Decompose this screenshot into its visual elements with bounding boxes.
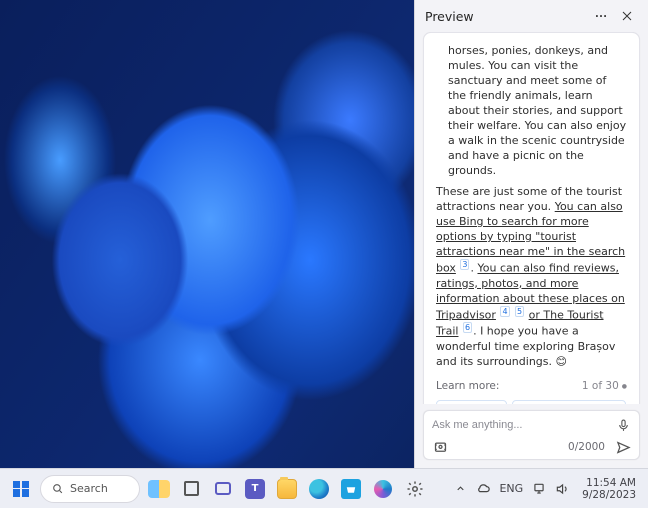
panel-footer: 0/2000 <box>415 404 648 468</box>
speaker-icon <box>555 482 569 496</box>
copilot-panel: Preview horses, ponies, donkeys, and mul… <box>414 0 648 468</box>
learn-more-label: Learn more: <box>436 379 499 394</box>
edge-icon <box>309 479 329 499</box>
time-label: 11:54 AM <box>582 477 636 489</box>
chevron-up-icon <box>455 483 466 494</box>
folder-icon <box>277 479 297 499</box>
language-indicator[interactable]: ENG <box>499 482 523 495</box>
taskbar-search[interactable]: Search <box>40 475 140 503</box>
task-view-button[interactable] <box>178 476 204 502</box>
search-placeholder: Search <box>70 482 108 495</box>
tray-overflow-button[interactable] <box>453 482 467 496</box>
char-counter: 0/2000 <box>568 441 605 453</box>
store-icon <box>341 479 361 499</box>
close-panel-button[interactable] <box>616 5 638 27</box>
widgets-button[interactable] <box>146 476 172 502</box>
answer-paragraph: These are just some of the tourist attra… <box>436 184 627 369</box>
close-icon <box>621 10 633 22</box>
cloud-icon <box>476 483 491 494</box>
start-button[interactable] <box>8 476 34 502</box>
chat-button[interactable] <box>210 476 236 502</box>
copilot-icon <box>374 480 392 498</box>
windows-logo-icon <box>13 481 29 497</box>
teams-button[interactable] <box>242 476 268 502</box>
network-tray[interactable] <box>532 482 546 496</box>
file-explorer-button[interactable] <box>274 476 300 502</box>
microphone-button[interactable] <box>617 417 631 433</box>
gear-icon <box>406 480 424 498</box>
microphone-icon <box>617 419 630 432</box>
copilot-taskbar-button[interactable] <box>370 476 396 502</box>
source-counter: 1 of 30 <box>582 379 619 394</box>
ellipsis-icon <box>594 9 608 23</box>
onedrive-tray[interactable] <box>476 482 490 496</box>
smile-emoji: 😊 <box>556 355 567 368</box>
answer-bubble: horses, ponies, donkeys, and mules. You … <box>423 32 640 404</box>
more-options-button[interactable] <box>590 5 612 27</box>
footnote-ref[interactable]: 6 <box>463 322 472 333</box>
panel-header: Preview <box>415 0 648 32</box>
search-icon <box>51 482 64 495</box>
image-search-button[interactable] <box>432 439 448 455</box>
send-icon <box>616 440 631 455</box>
chat-input[interactable] <box>432 419 611 431</box>
learn-more-row: Learn more: 1 of 30 ● <box>436 379 627 394</box>
footnote-ref[interactable]: 3 <box>460 259 469 270</box>
send-button[interactable] <box>615 439 631 455</box>
task-view-icon <box>184 481 199 496</box>
system-tray: ENG 11:54 AM 9/28/2023 <box>453 477 640 501</box>
taskbar: Search ENG 11:54 AM 9/28/2023 <box>0 468 648 508</box>
widgets-icon <box>148 480 170 498</box>
clock-tray[interactable]: 11:54 AM 9/28/2023 <box>582 477 636 501</box>
chat-icon <box>215 482 231 495</box>
teams-icon <box>245 479 265 499</box>
ask-box: 0/2000 <box>423 410 640 460</box>
store-button[interactable] <box>338 476 364 502</box>
date-label: 9/28/2023 <box>582 489 636 501</box>
answer-list-item: horses, ponies, donkeys, and mules. You … <box>436 43 627 178</box>
image-search-icon <box>433 440 448 455</box>
settings-button[interactable] <box>402 476 428 502</box>
volume-tray[interactable] <box>555 482 569 496</box>
network-icon <box>532 482 546 496</box>
panel-title: Preview <box>425 9 586 24</box>
footnote-ref[interactable]: 5 <box>515 306 524 317</box>
edge-button[interactable] <box>306 476 332 502</box>
panel-body: horses, ponies, donkeys, and mules. You … <box>415 32 648 404</box>
footnote-ref[interactable]: 4 <box>500 306 509 317</box>
